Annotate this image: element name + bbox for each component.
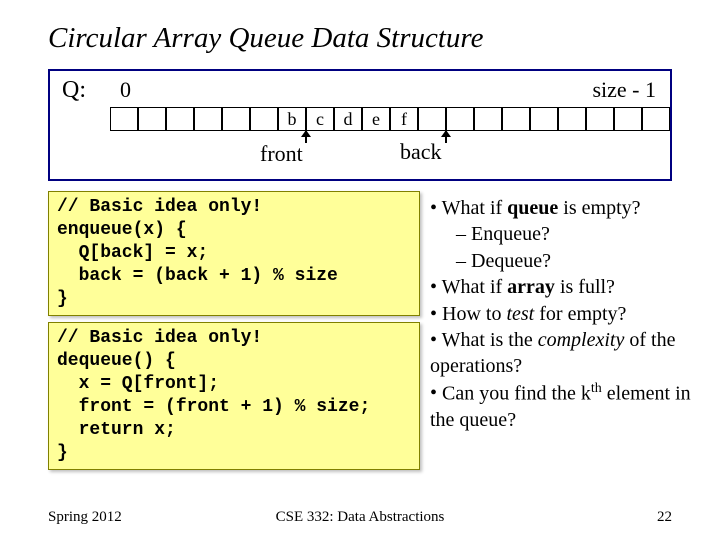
index-size-label: size - 1 (592, 77, 656, 103)
array-cell (642, 107, 670, 131)
array-cell (194, 107, 222, 131)
array-cell (558, 107, 586, 131)
footer: Spring 2012 CSE 332: Data Abstractions 2… (0, 509, 720, 526)
q-label: Q: (62, 77, 86, 104)
bullet-1a: Enqueue? (456, 221, 692, 247)
array-cell (222, 107, 250, 131)
code-column: // Basic idea only! enqueue(x) { Q[back]… (48, 191, 420, 476)
back-arrow-icon (445, 131, 447, 143)
array-cell (418, 107, 446, 131)
bullet-1: What if queue is empty? Enqueue? Dequeue… (430, 195, 692, 274)
content-row: // Basic idea only! enqueue(x) { Q[back]… (48, 191, 692, 476)
footer-term: Spring 2012 (48, 509, 122, 526)
dequeue-code: // Basic idea only! dequeue() { x = Q[fr… (48, 322, 420, 470)
array-cell (614, 107, 642, 131)
front-arrow-icon (305, 131, 307, 143)
back-label: back (400, 139, 442, 165)
index-zero-label: 0 (120, 77, 131, 103)
array-cell (446, 107, 474, 131)
bullet-4: What is the complexity of the operations… (430, 327, 692, 380)
array-cell (530, 107, 558, 131)
array-cell (250, 107, 278, 131)
array-cell (166, 107, 194, 131)
array-cell (110, 107, 138, 131)
array-cell: c (306, 107, 334, 131)
slide-title: Circular Array Queue Data Structure (0, 0, 720, 55)
bullet-5: Can you find the kth element in the queu… (430, 380, 692, 433)
footer-page-number: 22 (657, 509, 672, 526)
array-cell (502, 107, 530, 131)
array-cell: f (390, 107, 418, 131)
bullet-3: How to test for empty? (430, 301, 692, 327)
array-cell: e (362, 107, 390, 131)
bullet-2: What if array is full? (430, 274, 692, 300)
bullet-1b: Dequeue? (456, 248, 692, 274)
array-cell (586, 107, 614, 131)
bullet-list: What if queue is empty? Enqueue? Dequeue… (428, 191, 692, 476)
queue-diagram: Q: 0 size - 1 bcdef front back (48, 69, 672, 181)
array-cells: bcdef (110, 107, 670, 131)
array-cell: d (334, 107, 362, 131)
array-cell (474, 107, 502, 131)
array-cell: b (278, 107, 306, 131)
front-label: front (260, 141, 303, 167)
array-cell (138, 107, 166, 131)
enqueue-code: // Basic idea only! enqueue(x) { Q[back]… (48, 191, 420, 316)
